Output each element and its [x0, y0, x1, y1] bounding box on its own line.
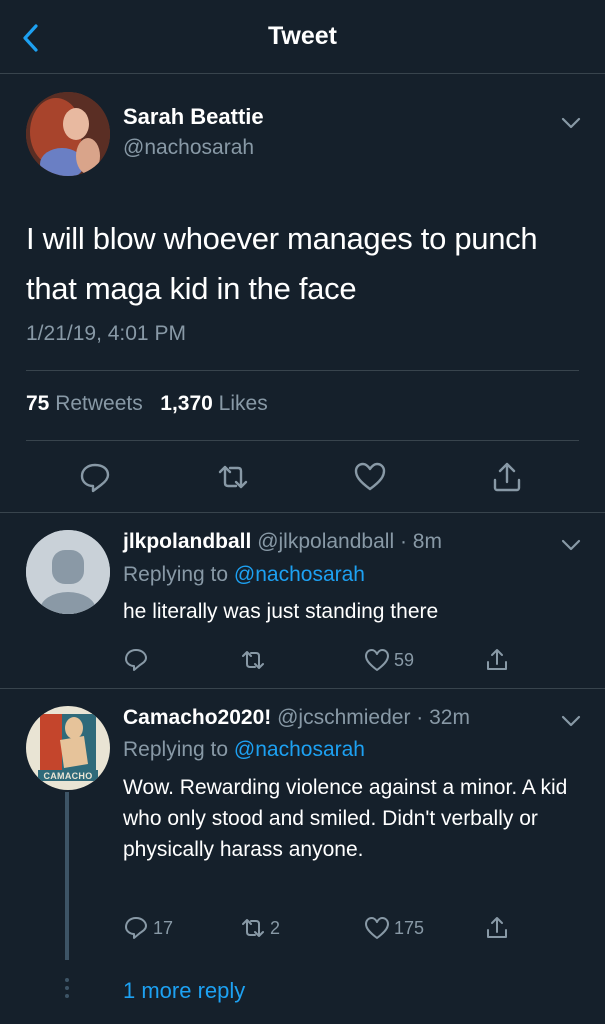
reply-header: Camacho2020! @jcschmieder · 32m [123, 706, 470, 730]
reply-button[interactable]: 17 [123, 914, 173, 942]
retweet-button[interactable]: 2 [240, 914, 280, 942]
more-dots-icon [65, 978, 69, 1002]
tweet-text: I will blow whoever manages to punch tha… [26, 221, 538, 306]
reply-time: · 32m [416, 706, 470, 729]
header-divider [0, 73, 605, 74]
reply-time: · 8m [399, 530, 442, 553]
profile-photo [26, 92, 110, 176]
like-button[interactable]: 59 [364, 646, 414, 674]
retweet-icon [242, 651, 264, 669]
retweet-icon [242, 919, 264, 937]
share-icon [487, 649, 507, 670]
avatar-caption: CAMACHO [43, 771, 93, 781]
reply-header: jlkpolandball @jlkpolandball · 8m [123, 530, 442, 554]
chevron-down-icon[interactable] [560, 538, 582, 552]
mention-link[interactable]: @nachosarah [234, 563, 365, 586]
reply-text: he literally was just standing there [123, 600, 439, 623]
heart-icon [365, 917, 389, 939]
chevron-down-icon[interactable] [560, 116, 582, 130]
default-avatar-icon [26, 530, 110, 614]
like-button[interactable]: 175 [364, 914, 424, 942]
user-handle[interactable]: @jlkpolandball [257, 530, 394, 553]
reply-text: Wow. Rewarding violence against a minor.… [123, 776, 568, 861]
more-replies-link[interactable]: 1 more reply [123, 978, 245, 1004]
divider [26, 370, 579, 371]
share-icon[interactable] [490, 460, 524, 494]
avatar[interactable] [26, 530, 110, 614]
reply-icon[interactable] [78, 460, 112, 494]
avatar[interactable]: CAMACHO [26, 706, 110, 790]
retweets-stat[interactable]: 75 Retweets [26, 392, 143, 415]
tweet-timestamp: 1/21/19, 4:01 PM [26, 322, 186, 345]
retweet-button[interactable] [240, 646, 270, 674]
share-button[interactable] [484, 646, 514, 674]
reply-button[interactable] [123, 646, 153, 674]
reply-icon [125, 649, 147, 671]
replying-to: Replying to @nachosarah [123, 738, 365, 761]
divider [0, 688, 605, 689]
replying-to: Replying to @nachosarah [123, 563, 365, 586]
top-bar: Tweet [0, 0, 605, 73]
divider [26, 440, 579, 441]
avatar[interactable] [26, 92, 110, 176]
display-name[interactable]: Sarah Beattie [123, 104, 264, 130]
heart-icon[interactable] [353, 460, 387, 494]
likes-stat[interactable]: 1,370 Likes [160, 392, 267, 415]
display-name[interactable]: jlkpolandball [123, 530, 251, 553]
thread-line [65, 792, 69, 960]
user-handle[interactable]: @jcschmieder [277, 706, 410, 729]
tweet-stats: 75 Retweets 1,370 Likes [26, 392, 268, 416]
chevron-down-icon[interactable] [560, 714, 582, 728]
page-title: Tweet [268, 22, 337, 50]
user-handle[interactable]: @nachosarah [123, 136, 254, 160]
share-button[interactable] [484, 914, 514, 942]
mention-link[interactable]: @nachosarah [234, 738, 365, 761]
retweet-icon[interactable] [216, 460, 250, 494]
share-icon [487, 917, 507, 938]
reply-icon [125, 917, 147, 939]
divider [0, 512, 605, 513]
heart-icon [365, 649, 389, 671]
display-name[interactable]: Camacho2020! [123, 706, 271, 729]
